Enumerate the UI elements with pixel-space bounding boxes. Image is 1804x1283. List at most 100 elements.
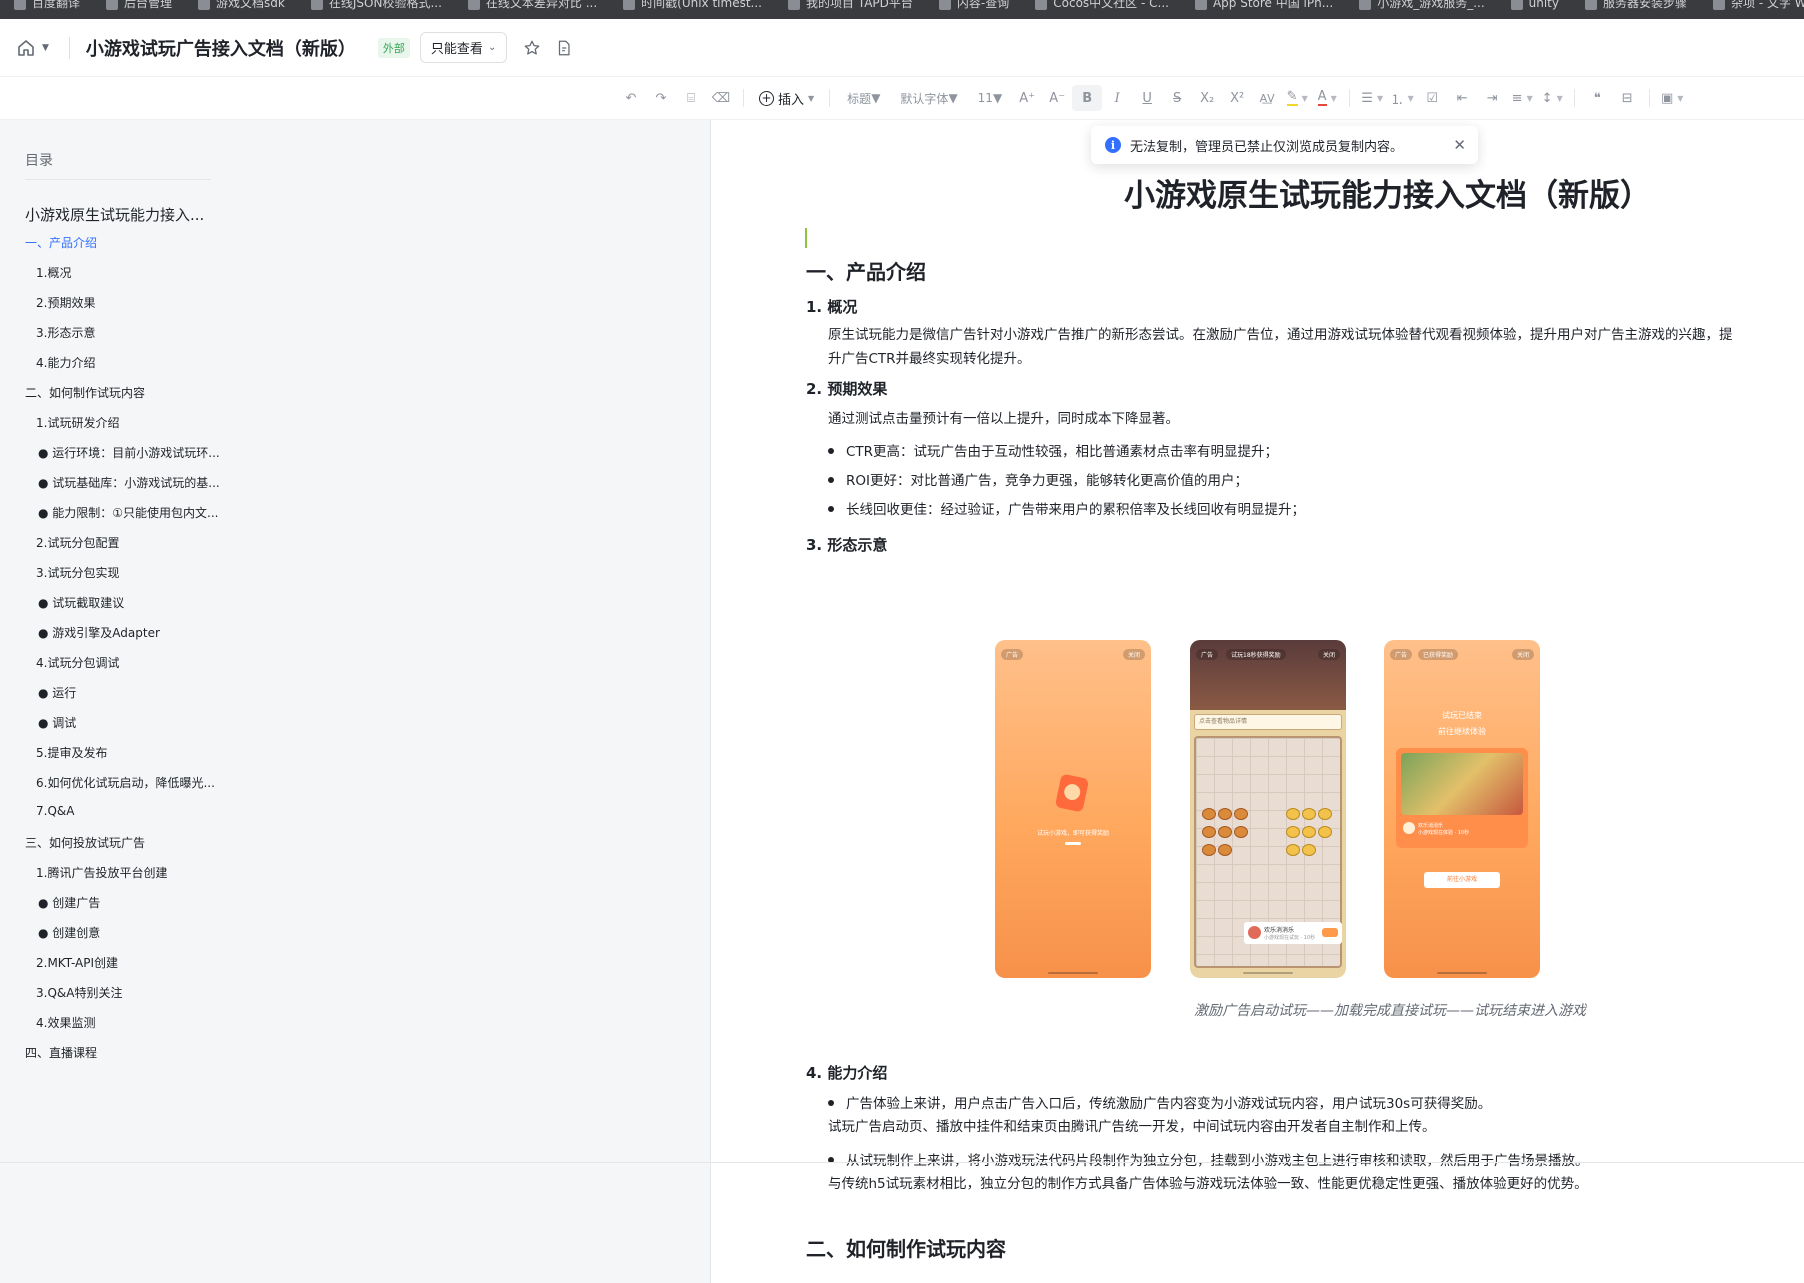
toc-item[interactable]: 1.腾讯广告投放平台创建 xyxy=(36,864,167,881)
clear-format-button[interactable]: ⌫ xyxy=(706,85,736,111)
bookmark-item[interactable]: Cocos中文社区 - C... xyxy=(1035,0,1169,13)
toc-item[interactable]: 5.提审及发布 xyxy=(36,744,107,761)
game-token xyxy=(1202,808,1216,820)
bookmark-item[interactable]: 后台管理 xyxy=(106,0,172,13)
letter-spacing-icon: A͟V xyxy=(1259,91,1275,105)
bookmark-item[interactable]: 小游戏_游戏服务_... xyxy=(1359,0,1485,13)
increase-font-button[interactable]: A⁺ xyxy=(1012,85,1042,111)
toolbar-divider xyxy=(1574,89,1576,107)
divider-button[interactable]: ⊟ xyxy=(1612,85,1642,111)
bookmark-item[interactable]: 在线文本差异对比 ... xyxy=(467,0,597,13)
toc-item[interactable]: 3.Q&A特别关注 xyxy=(36,984,122,1001)
card-action xyxy=(1322,928,1338,937)
indent-button[interactable]: ⇥ xyxy=(1477,85,1507,111)
star-icon xyxy=(524,40,540,55)
toc-item[interactable]: ● 调试 xyxy=(38,714,76,731)
bookmark-item[interactable]: 游戏文档sdk xyxy=(198,0,285,13)
highlight-button[interactable]: ✎ ▼ xyxy=(1282,85,1312,111)
view-mode-dropdown[interactable]: 只能查看 ⌄ xyxy=(419,32,508,63)
italic-button[interactable]: I xyxy=(1102,85,1132,111)
underline-icon: U xyxy=(1142,90,1152,106)
toolbar-divider xyxy=(1349,89,1351,107)
toc-item[interactable]: 1.概况 xyxy=(36,264,71,281)
underline-button[interactable]: U xyxy=(1132,85,1162,111)
heading-select[interactable]: 标题 ▼ xyxy=(837,90,890,107)
toc-item[interactable]: ● 游戏引擎及Adapter xyxy=(38,624,160,641)
bookmark-label: 服务器安装步骤 xyxy=(1603,0,1688,10)
close-icon[interactable]: ✕ xyxy=(1453,136,1466,154)
numbered-list-button[interactable]: ⒈ ▼ xyxy=(1387,85,1417,111)
task-list-button[interactable]: ☑ xyxy=(1417,85,1447,111)
toc-item[interactable]: ● 创建广告 xyxy=(38,894,100,911)
go-to-game-button: 前往小游戏 xyxy=(1424,872,1500,888)
bookmark-item[interactable]: unity xyxy=(1510,0,1559,13)
toc-item[interactable]: 1.试玩研发介绍 xyxy=(36,414,119,431)
bookmark-item[interactable]: 在线JSON校验格式... xyxy=(310,0,442,13)
bookmark-item[interactable]: 杂项 - 文字 Wordle xyxy=(1713,0,1804,13)
toc-item[interactable]: 四、直播课程 xyxy=(25,1044,97,1061)
numbered-list-icon: ⒈ xyxy=(1390,92,1404,108)
toc-item[interactable]: ● 运行 xyxy=(38,684,76,701)
toc-item[interactable]: 2.预期效果 xyxy=(36,294,95,311)
toolbar-divider xyxy=(829,89,831,107)
bookmark-label: Cocos中文社区 - C... xyxy=(1053,0,1169,10)
redo-button[interactable]: ↷ xyxy=(646,85,676,111)
bullet-list-button[interactable]: ☰ ▼ xyxy=(1357,85,1387,111)
line-height-button[interactable]: ↕ ▼ xyxy=(1537,85,1567,111)
toc-item[interactable]: 4.效果监测 xyxy=(36,1014,95,1031)
toc-item[interactable]: 7.Q&A xyxy=(36,804,74,818)
chevron-down-icon: ▼ xyxy=(1526,93,1533,103)
undo-button[interactable]: ↶ xyxy=(616,85,646,111)
strikethrough-icon: S xyxy=(1173,90,1182,106)
home-button[interactable]: ▼ xyxy=(16,38,49,58)
toc-item[interactable]: ● 试玩截取建议 xyxy=(38,594,124,611)
list-item-text: CTR更高：试玩广告由于互动性较强，相比普通素材点击率有明显提升； xyxy=(846,444,1279,460)
decrease-font-button[interactable]: A⁻ xyxy=(1042,85,1072,111)
chevron-down-icon: ▼ xyxy=(1407,93,1414,103)
toc-item[interactable]: 二、如何制作试玩内容 xyxy=(25,384,145,401)
bookmark-item[interactable]: App Store 中国 iPh... xyxy=(1194,0,1333,13)
bookmark-icon xyxy=(1194,0,1207,10)
letter-spacing-button[interactable]: A͟V xyxy=(1252,85,1282,111)
font-color-button[interactable]: A ▼ xyxy=(1312,85,1342,111)
toc-item[interactable]: ● 创建创意 xyxy=(38,924,100,941)
subheading-form-preview: 3. 形态示意 xyxy=(806,536,888,554)
quote-button[interactable]: ❝ xyxy=(1582,85,1612,111)
toc-item[interactable]: 6.如何优化试玩启动，降低曝光... xyxy=(36,774,215,791)
toc-item[interactable]: 3.试玩分包实现 xyxy=(36,564,119,581)
bookmark-item[interactable]: 百度翻译 xyxy=(14,0,80,13)
bookmark-item[interactable]: 时间戳(Unix timest... xyxy=(623,0,762,13)
subheading-expected-effect: 2. 预期效果 xyxy=(806,380,888,398)
toc-item[interactable]: 2.MKT-API创建 xyxy=(36,954,118,971)
toc-item[interactable]: 小游戏原生试玩能力接入... xyxy=(25,204,204,225)
ad-badge: 广告 xyxy=(1196,649,1219,660)
font-select[interactable]: 默认字体 ▼ xyxy=(890,90,967,107)
toc-item[interactable]: 2.试玩分包配置 xyxy=(36,534,119,551)
toc-item[interactable]: 三、如何投放试玩广告 xyxy=(25,834,145,851)
subscript-button[interactable]: X₂ xyxy=(1192,85,1222,111)
image-button[interactable]: ▣ ▼ xyxy=(1657,85,1687,111)
bookmark-item[interactable]: 我的项目 TAPD平台 xyxy=(788,0,913,13)
bold-button[interactable]: B xyxy=(1072,85,1103,111)
toc-item[interactable]: 一、产品介绍 xyxy=(25,234,97,251)
outdent-button[interactable]: ⇤ xyxy=(1447,85,1477,111)
superscript-button[interactable]: X² xyxy=(1222,85,1252,111)
list-item: 从试玩制作上来讲，将小游戏玩法代码片段制作为独立分包，挂载到小游戏主包上进行审核… xyxy=(828,1149,1589,1169)
strikethrough-button[interactable]: S xyxy=(1162,85,1192,111)
toc-item[interactable]: ● 能力限制：①只能使用包内文... xyxy=(38,504,219,521)
format-painter-button[interactable]: ⌸ xyxy=(676,85,706,111)
toc-item[interactable]: ● 运行环境：目前小游戏试玩环... xyxy=(38,444,220,461)
bookmark-item[interactable]: 内容-查询 xyxy=(938,0,1009,13)
bookmark-item[interactable]: 服务器安装步骤 xyxy=(1585,0,1687,13)
insert-button[interactable]: + 插入 ▼ xyxy=(751,89,822,108)
document-info-button[interactable] xyxy=(553,37,575,59)
toc-item[interactable]: 4.能力介绍 xyxy=(36,354,95,371)
game-token xyxy=(1302,826,1316,838)
star-button[interactable] xyxy=(521,37,543,59)
bookmark-icon xyxy=(14,0,26,10)
font-size-select[interactable]: 11 ▼ xyxy=(968,91,1013,105)
toc-item[interactable]: ● 试玩基础库：小游戏试玩的基... xyxy=(38,474,220,491)
toc-item[interactable]: 3.形态示意 xyxy=(36,324,95,341)
align-button[interactable]: ≡ ▼ xyxy=(1507,85,1537,111)
toc-item[interactable]: 4.试玩分包调试 xyxy=(36,654,119,671)
